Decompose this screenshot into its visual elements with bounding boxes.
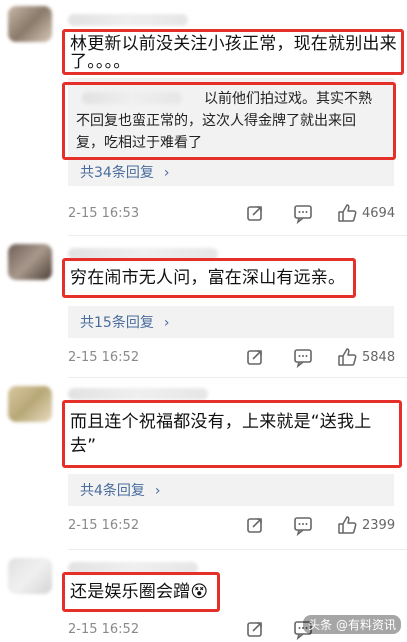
share-icon[interactable] bbox=[244, 514, 266, 536]
like-count: 5848 bbox=[362, 350, 396, 365]
like-count: 4694 bbox=[362, 206, 396, 221]
comment-meta: 2-15 16:52 5848 bbox=[68, 346, 401, 370]
watermark: 头条 @有料资讯 bbox=[303, 615, 401, 634]
reply-box[interactable]: 以前他们拍过戏。其实不熟 不回复也蛮正常的，这次人得金牌了就出来回 复，吃相过于… bbox=[62, 78, 396, 186]
comment-line: 还是娱乐圈会蹭😵 bbox=[70, 582, 209, 602]
comment-icon[interactable] bbox=[292, 346, 314, 368]
share-icon[interactable] bbox=[244, 202, 266, 224]
comment-date: 2-15 16:53 bbox=[68, 206, 140, 221]
comment-line: 而且连个祝福都没有，上来就是“送我上 bbox=[70, 412, 372, 432]
username-blurred[interactable] bbox=[68, 388, 208, 400]
comment-meta: 2-15 16:53 4694 bbox=[68, 202, 401, 226]
reply-box[interactable]: 共4条回复 › bbox=[68, 474, 394, 506]
comment-3: 而且连个祝福都没有，上来就是“送我上 去” 共4条回复 › 2-15 16:52 … bbox=[0, 378, 407, 550]
thumbs-up-icon[interactable] bbox=[336, 514, 358, 536]
like-count: 2399 bbox=[362, 518, 396, 533]
avatar[interactable] bbox=[8, 6, 52, 42]
reply-snippet: 以前他们拍过戏。其实不熟 不回复也蛮正常的，这次人得金牌了就出来回 复，吃相过于… bbox=[76, 88, 372, 154]
comment-icon[interactable] bbox=[292, 514, 314, 536]
reply-count-label: 共15条回复 bbox=[80, 315, 154, 331]
reply-count-link[interactable]: 共15条回复 › bbox=[80, 312, 169, 332]
avatar[interactable] bbox=[8, 386, 52, 422]
thumbs-up-icon[interactable] bbox=[336, 346, 358, 368]
comment-1: 林更新以前没关注小孩正常，现在就别出来 了。。。。 以前他们拍过戏。其实不熟 不… bbox=[0, 0, 407, 236]
comment-text: 而且连个祝福都没有，上来就是“送我上 去” bbox=[70, 410, 398, 458]
comment-text: 还是娱乐圈会蹭😵 bbox=[70, 580, 208, 604]
reply-line: 复，吃相过于难看了 bbox=[76, 135, 202, 151]
share-icon[interactable] bbox=[244, 618, 266, 640]
comment-date: 2-15 16:52 bbox=[68, 518, 140, 533]
reply-box[interactable]: 共15条回复 › bbox=[68, 306, 394, 338]
comment-icon[interactable] bbox=[292, 202, 314, 224]
share-icon[interactable] bbox=[244, 346, 266, 368]
reply-count-label: 共4条回复 bbox=[80, 483, 145, 499]
comment-text: 林更新以前没关注小孩正常，现在就别出来 了。。。。 bbox=[70, 32, 400, 74]
avatar[interactable] bbox=[8, 558, 52, 594]
comment-date: 2-15 16:52 bbox=[68, 350, 140, 365]
chevron-right-icon: › bbox=[163, 165, 170, 181]
reply-count-link[interactable]: 共4条回复 › bbox=[80, 480, 161, 500]
reply-count-link[interactable]: 共34条回复 › bbox=[80, 162, 169, 182]
reply-count-label: 共34条回复 bbox=[80, 165, 154, 181]
comment-line: 去” bbox=[70, 436, 97, 456]
chevron-right-icon: › bbox=[163, 315, 170, 331]
comment-meta: 2-15 16:52 2399 bbox=[68, 514, 401, 538]
comment-date: 2-15 16:52 bbox=[68, 622, 140, 637]
comment-line: 穷在闹市无人问，富在深山有远亲。 bbox=[70, 268, 346, 288]
avatar[interactable] bbox=[8, 244, 52, 280]
reply-line: 不回复也蛮正常的，这次人得金牌了就出来回 bbox=[76, 113, 356, 129]
reply-line: 以前他们拍过戏。其实不熟 bbox=[204, 91, 372, 107]
thumbs-up-icon[interactable] bbox=[336, 202, 358, 224]
username-blurred[interactable] bbox=[68, 14, 188, 26]
comment-2: 穷在闹市无人问，富在深山有远亲。 共15条回复 › 2-15 16:52 5848 bbox=[0, 236, 407, 378]
chevron-right-icon: › bbox=[154, 483, 161, 499]
comment-text: 穷在闹市无人问，富在深山有远亲。 bbox=[70, 266, 345, 290]
